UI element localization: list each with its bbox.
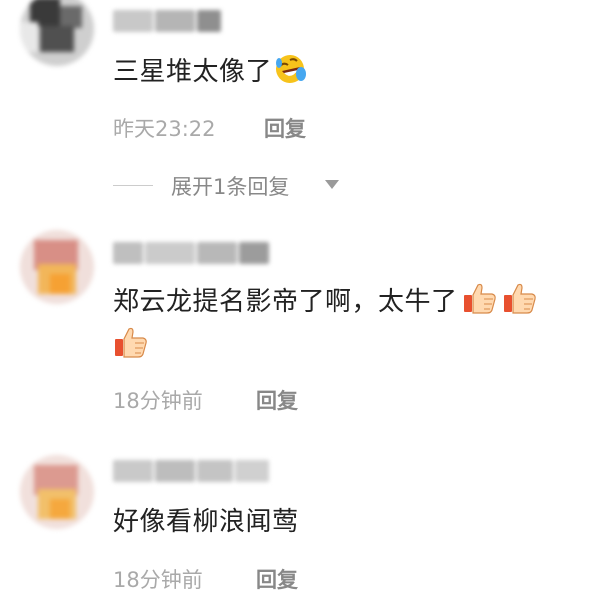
expand-replies-button[interactable]: 展开1条回复 <box>113 171 373 201</box>
reply-button[interactable]: 回复 <box>256 564 298 594</box>
avatar[interactable] <box>20 455 94 529</box>
divider-line <box>113 185 153 186</box>
thumbs-up-icon <box>115 327 147 358</box>
caret-down-icon[interactable] <box>325 180 339 189</box>
thumbs-up-icon <box>503 283 536 314</box>
username-redacted[interactable] <box>113 242 273 264</box>
comment-timestamp: 18分钟前 <box>113 568 203 592</box>
comment-text: 三星堆太像了 <box>113 52 308 92</box>
username-redacted[interactable] <box>113 460 273 482</box>
comment-item: 郑云龙提名影帝了啊，太牛了 18分钟前 回复 <box>0 215 600 425</box>
avatar[interactable] <box>20 0 94 66</box>
comment-text: 好像看柳浪闻莺 <box>113 507 299 537</box>
reply-button[interactable]: 回复 <box>256 385 298 415</box>
avatar[interactable] <box>20 230 94 304</box>
comment-text: 郑云龙提名影帝了啊，太牛了 <box>113 280 538 322</box>
comment-list: 三星堆太像了 昨天23:22 回复 展开1条回复 郑云龙提名影帝了啊，太牛了 1… <box>0 0 600 597</box>
comment-item: 好像看柳浪闻莺 18分钟前 回复 <box>0 440 600 597</box>
comment-text-continued <box>113 324 149 366</box>
expand-replies-label[interactable]: 展开1条回复 <box>171 171 289 201</box>
rofl-emoji-icon <box>276 55 307 83</box>
reply-button[interactable]: 回复 <box>264 113 306 143</box>
comment-timestamp: 18分钟前 <box>113 389 203 413</box>
comment-timestamp: 昨天23:22 <box>113 117 216 141</box>
username-redacted[interactable] <box>113 10 273 32</box>
thumbs-up-icon <box>463 283 496 314</box>
comment-item: 三星堆太像了 昨天23:22 回复 展开1条回复 <box>0 0 600 215</box>
